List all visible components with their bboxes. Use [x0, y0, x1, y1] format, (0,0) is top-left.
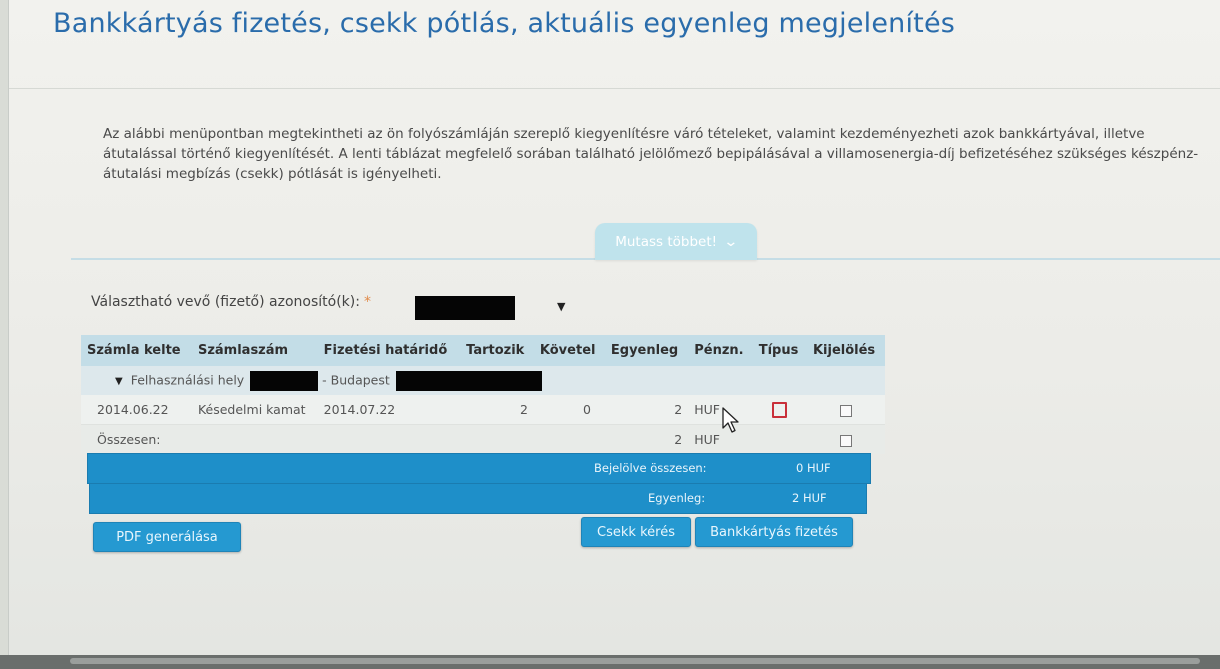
chevron-down-icon: ⌄: [723, 233, 739, 250]
table-row: 2014.06.22 Késedelmi kamat 2014.07.22 2 …: [81, 395, 885, 425]
balance-label: Egyenleg:: [648, 491, 706, 505]
group-row[interactable]: ▼ Felhasználási hely - Budapest: [81, 366, 885, 395]
payer-selector-label-text: Választható vevő (fizető) azonosító(k):: [91, 294, 360, 310]
cell-number: Késedelmi kamat: [191, 395, 318, 425]
selected-total-value: 0 HUF: [796, 461, 831, 475]
payer-selector-redacted-value[interactable]: [415, 296, 515, 320]
col-invoice-date[interactable]: Számla kelte: [81, 335, 192, 366]
cell-credit: 0: [533, 395, 605, 425]
col-credit[interactable]: Követel: [533, 335, 605, 366]
total-type-empty: [752, 424, 807, 454]
total-row: Összesen: 2 HUF: [81, 424, 885, 454]
col-invoice-number[interactable]: Számlaszám: [191, 335, 318, 366]
card-payment-button[interactable]: Bankkártyás fizetés: [695, 517, 853, 547]
cell-type: [752, 395, 807, 425]
redacted-address: [395, 370, 542, 391]
redacted-place-id: [250, 370, 319, 391]
selected-total-label: Bejelölve összesen:: [594, 461, 707, 475]
show-more-label: Mutass többet!: [615, 233, 718, 250]
document-icon[interactable]: [772, 401, 788, 418]
page: Bankkártyás fizetés, csekk pótlás, aktuá…: [8, 0, 1220, 655]
scrollbar-thumb[interactable]: [70, 658, 1200, 664]
page-title: Bankkártyás fizetés, csekk pótlás, aktuá…: [53, 8, 956, 39]
group-cell: ▼ Felhasználási hely - Budapest: [81, 366, 885, 395]
required-mark: *: [363, 294, 371, 310]
payer-selector-label: Választható vevő (fizető) azonosító(k): *: [91, 294, 371, 310]
mouse-cursor-icon: [722, 407, 739, 433]
cell-debit: 2: [460, 395, 534, 425]
group-city: - Budapest: [322, 372, 390, 387]
select-checkbox[interactable]: [839, 404, 852, 417]
balance-value: 2 HUF: [792, 491, 827, 505]
total-balance: 2: [604, 424, 689, 454]
dropdown-caret-icon[interactable]: ▼: [557, 300, 565, 313]
cell-balance: 2: [604, 395, 689, 425]
check-request-button[interactable]: Csekk kérés: [581, 517, 691, 547]
cell-date: 2014.06.22: [81, 395, 192, 425]
cell-select: [806, 395, 885, 425]
selected-total-bar: Bejelölve összesen: 0 HUF: [87, 453, 871, 484]
col-debit[interactable]: Tartozik: [460, 335, 534, 366]
col-type[interactable]: Típus: [752, 335, 807, 366]
pdf-generate-button[interactable]: PDF generálása: [93, 522, 241, 552]
balance-bar: Egyenleg: 2 HUF: [89, 483, 867, 514]
invoice-table: Számla kelte Számlaszám Fizetési határid…: [81, 335, 885, 454]
table-header-row: Számla kelte Számlaszám Fizetési határid…: [81, 335, 885, 366]
total-label: Összesen:: [81, 424, 605, 454]
col-balance[interactable]: Egyenleg: [604, 335, 689, 366]
title-divider: [9, 88, 1220, 89]
select-all-checkbox[interactable]: [839, 434, 852, 447]
col-due-date[interactable]: Fizetési határidő: [317, 335, 461, 366]
collapse-triangle-icon[interactable]: ▼: [115, 376, 123, 387]
show-more-tab[interactable]: Mutass többet! ⌄: [595, 223, 757, 260]
col-select[interactable]: Kijelölés: [806, 335, 885, 366]
intro-text: Az alábbi menüpontban megtekintheti az ö…: [103, 126, 1199, 182]
total-select: [806, 424, 885, 454]
col-currency[interactable]: Pénzn.: [688, 335, 753, 366]
cell-due: 2014.07.22: [317, 395, 461, 425]
group-label: Felhasználási hely: [130, 372, 245, 387]
horizontal-scrollbar[interactable]: [0, 655, 1220, 669]
